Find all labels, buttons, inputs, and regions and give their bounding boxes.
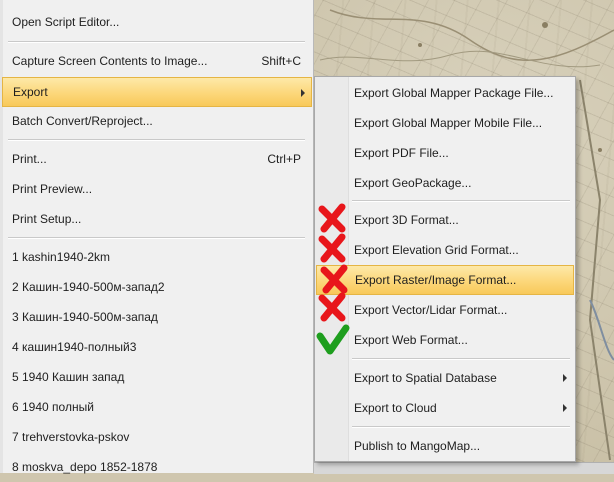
- menu-item-label: Print...: [12, 152, 47, 166]
- chevron-right-icon: [563, 374, 567, 382]
- submenu-item-export-geopackage[interactable]: Export GeoPackage...: [316, 168, 574, 198]
- menu-item-label: Print Setup...: [12, 212, 82, 226]
- menu-item-label: 4 кашин1940-полный3: [12, 340, 137, 354]
- submenu-separator: [352, 358, 570, 360]
- submenu-item-label: Export to Cloud: [354, 401, 437, 415]
- submenu-item-label: Export Elevation Grid Format...: [354, 243, 519, 257]
- submenu-item-label: Export PDF File...: [354, 146, 449, 160]
- chevron-right-icon: [301, 89, 305, 97]
- submenu-item-label: Publish to MangoMap...: [354, 439, 481, 453]
- submenu-item-publish-mangomap[interactable]: Publish to MangoMap...: [316, 431, 574, 461]
- submenu-item-export-pdf[interactable]: Export PDF File...: [316, 138, 574, 168]
- submenu-separator: [352, 426, 570, 428]
- menu-item-label: Print Preview...: [12, 182, 93, 196]
- menu-item-print[interactable]: Print... Ctrl+P: [0, 144, 313, 174]
- green-check-icon: [316, 324, 350, 355]
- menu-item-print-preview[interactable]: Print Preview...: [0, 174, 313, 204]
- submenu-item-label: Export Raster/Image Format...: [355, 273, 517, 287]
- submenu-separator: [352, 200, 570, 202]
- menu-separator: [8, 139, 305, 141]
- submenu-item-label: Export to Spatial Database: [354, 371, 497, 385]
- submenu-item-export-raster-image[interactable]: Export Raster/Image Format...: [316, 265, 574, 295]
- red-cross-icon: [318, 292, 346, 322]
- menu-item-label: Export: [13, 85, 48, 99]
- menu-separator: [8, 237, 305, 239]
- menu-item-label: Open Script Editor...: [12, 15, 120, 29]
- menu-item-capture-screen[interactable]: Capture Screen Contents to Image... Shif…: [0, 46, 313, 76]
- submenu-item-export-spatial-db[interactable]: Export to Spatial Database: [316, 363, 574, 393]
- chevron-right-icon: [563, 404, 567, 412]
- export-submenu: Export Global Mapper Package File... Exp…: [314, 76, 576, 462]
- menu-separator: [8, 41, 305, 43]
- recent-file-1[interactable]: 1 kashin1940-2km: [0, 242, 313, 272]
- file-menu: Open Script Editor... Capture Screen Con…: [0, 0, 314, 474]
- menu-item-label: Capture Screen Contents to Image...: [12, 54, 208, 68]
- menu-item-label: 8 moskva_depo 1852-1878: [12, 460, 158, 474]
- menu-item-shortcut: Ctrl+P: [267, 152, 301, 166]
- recent-file-6[interactable]: 6 1940 полный: [0, 392, 313, 422]
- menu-item-label: 7 trehverstovka-pskov: [12, 430, 130, 444]
- submenu-item-label: Export Vector/Lidar Format...: [354, 303, 508, 317]
- recent-file-8[interactable]: 8 moskva_depo 1852-1878: [0, 452, 313, 482]
- submenu-item-export-gm-package[interactable]: Export Global Mapper Package File...: [316, 78, 574, 108]
- red-cross-icon: [320, 264, 348, 294]
- menu-item-open-script-editor[interactable]: Open Script Editor...: [0, 7, 313, 37]
- submenu-item-export-gm-mobile[interactable]: Export Global Mapper Mobile File...: [316, 108, 574, 138]
- submenu-item-export-web[interactable]: Export Web Format...: [316, 325, 574, 355]
- submenu-item-label: Export Global Mapper Package File...: [354, 86, 554, 100]
- menu-item-label: 1 kashin1940-2km: [12, 250, 111, 264]
- recent-file-4[interactable]: 4 кашин1940-полный3: [0, 332, 313, 362]
- submenu-item-label: Export 3D Format...: [354, 213, 459, 227]
- menu-item-label: 6 1940 полный: [12, 400, 94, 414]
- red-cross-icon: [318, 233, 346, 263]
- submenu-item-export-cloud[interactable]: Export to Cloud: [316, 393, 574, 423]
- menu-item-batch-convert[interactable]: Batch Convert/Reproject...: [0, 106, 313, 136]
- menu-item-print-setup[interactable]: Print Setup...: [0, 204, 313, 234]
- submenu-item-label: Export GeoPackage...: [354, 176, 472, 190]
- menu-item-label: 5 1940 Кашин запад: [12, 370, 125, 384]
- recent-file-2[interactable]: 2 Кашин-1940-500м-запад2: [0, 272, 313, 302]
- recent-file-3[interactable]: 3 Кашин-1940-500м-запад: [0, 302, 313, 332]
- menu-item-label: 3 Кашин-1940-500м-запад: [12, 310, 158, 324]
- red-cross-icon: [318, 203, 346, 233]
- menu-item-label: Batch Convert/Reproject...: [12, 114, 153, 128]
- menu-item-export[interactable]: Export: [2, 77, 312, 107]
- submenu-item-label: Export Web Format...: [354, 333, 468, 347]
- submenu-item-export-3d[interactable]: Export 3D Format...: [316, 205, 574, 235]
- menu-item-label: 2 Кашин-1940-500м-запад2: [12, 280, 165, 294]
- submenu-item-label: Export Global Mapper Mobile File...: [354, 116, 543, 130]
- recent-file-5[interactable]: 5 1940 Кашин запад: [0, 362, 313, 392]
- submenu-item-export-elevation-grid[interactable]: Export Elevation Grid Format...: [316, 235, 574, 265]
- horizontal-scrollbar[interactable]: [314, 462, 614, 474]
- submenu-item-export-vector-lidar[interactable]: Export Vector/Lidar Format...: [316, 295, 574, 325]
- recent-file-7[interactable]: 7 trehverstovka-pskov: [0, 422, 313, 452]
- menu-item-shortcut: Shift+C: [261, 54, 301, 68]
